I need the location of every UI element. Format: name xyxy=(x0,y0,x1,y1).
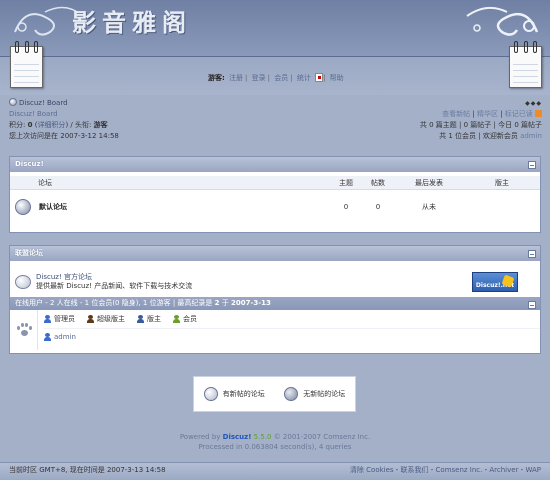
new-posts-link[interactable]: 查看新帖 xyxy=(442,110,470,118)
digest-link[interactable]: 精华区 xyxy=(477,110,498,118)
partner-row: Discuz! 官方论坛 提供最新 Discuz! 产品新闻、软件下载与技术交流… xyxy=(10,267,540,297)
powered-by: Powered by Discuz! 5.5.0 © 2001-2007 Com… xyxy=(0,432,550,452)
swirl-ornament-right-icon xyxy=(466,6,539,36)
col-moderator: 版主 xyxy=(495,179,509,187)
timezone-info: 当前时区 GMT+8, 现在时间是 2007-3-13 14:58 xyxy=(9,466,166,474)
user-title-value: 游客 xyxy=(93,121,108,129)
forum-status-icon xyxy=(15,198,31,215)
partners-title: 联盟论坛 xyxy=(15,249,43,257)
version: 5.5.0 xyxy=(253,433,272,441)
forum-row: 默认论坛 0 0 从未 xyxy=(10,190,540,223)
no-new-posts-forum-icon xyxy=(284,387,299,401)
online-body: 管理员 超级版主 版主 会员 admin xyxy=(10,310,540,350)
wap-link[interactable]: WAP xyxy=(525,466,541,474)
col-forum: 论坛 xyxy=(38,179,52,187)
board-bullet-icon xyxy=(9,98,17,106)
powered-prefix: Powered by xyxy=(179,433,221,441)
board-stats: ◆◆◆ 查看新帖 | 精华区 | 标记已读 共 0 篇主题 | 0 篇帖子 | … xyxy=(419,100,542,140)
arrows-icon: ◆◆◆ xyxy=(525,100,542,107)
nav-register[interactable]: 注册 xyxy=(229,74,243,82)
category-title[interactable]: Discuz! xyxy=(15,160,44,168)
archiver-link[interactable]: Archiver xyxy=(489,466,518,474)
breadcrumb-board[interactable]: Discuz! Board xyxy=(19,99,68,107)
partner-name-link[interactable]: Discuz! 官方论坛 xyxy=(36,273,92,281)
partners-online-box: 联盟论坛 Discuz! 官方论坛 提供最新 Discuz! 产品新闻、软件下载… xyxy=(9,245,541,354)
online-record-on: 于 xyxy=(221,299,229,307)
online-summary: - 2 人在线 - 1 位会员(0 隐身), 1 位游客 | 最高纪录是 xyxy=(45,299,213,307)
discuz-link[interactable]: Discuz! xyxy=(223,433,252,441)
online-header: 在线用户 - 2 人在线 - 1 位会员(0 隐身), 1 位游客 | 最高纪录… xyxy=(10,297,540,310)
legend-old: 无新帖的论坛 xyxy=(303,390,346,398)
guest-label: 游客: xyxy=(208,74,225,82)
credits-label: 积分: xyxy=(9,121,26,129)
mod-user-icon xyxy=(137,315,144,323)
partners-header: 联盟论坛 xyxy=(10,246,540,261)
group-mod: 版主 xyxy=(147,315,161,323)
forum-icon-legend: 有新帖的论坛 无新帖的论坛 xyxy=(193,376,356,412)
forum-table-header: 论坛 主题 帖数 最后发表 版主 xyxy=(10,176,540,190)
collapse-icon[interactable] xyxy=(528,161,536,169)
online-admin-icon xyxy=(44,332,51,341)
notebook-left-icon xyxy=(10,41,43,88)
contact-link[interactable]: 联系我们 xyxy=(401,466,429,474)
user-info: Discuz! Board Discuz! Board 积分: 0 (详细积分)… xyxy=(9,98,119,140)
online-collapse-icon[interactable] xyxy=(528,301,536,309)
legend-new: 有新帖的论坛 xyxy=(222,390,265,398)
guest-nav: 游客: 注册 | 登录 | 会员 | 统计 | 帮助 xyxy=(208,73,344,82)
newest-member-link[interactable]: admin xyxy=(520,132,542,140)
comsenz-link[interactable]: Comsenz Inc. xyxy=(436,466,483,474)
nav-stats[interactable]: 统计 xyxy=(297,74,311,82)
group-admin: 管理员 xyxy=(54,315,75,323)
user-groups-legend: 管理员 超级版主 版主 会员 xyxy=(44,310,540,328)
group-member: 会员 xyxy=(183,315,197,323)
nav-members[interactable]: 会员 xyxy=(274,74,288,82)
forum-name-link[interactable]: 默认论坛 xyxy=(39,202,67,212)
forum-last-post: 从未 xyxy=(422,202,436,211)
online-record-count: 2 xyxy=(214,299,220,307)
online-user-admin[interactable]: admin xyxy=(54,333,76,341)
partner-description: 提供最新 Discuz! 产品新闻、软件下载与技术交流 xyxy=(36,282,193,290)
credits-detail-link[interactable]: 详细积分 xyxy=(37,121,65,129)
new-posts-forum-icon xyxy=(203,387,218,401)
online-title[interactable]: 在线用户 xyxy=(15,299,43,307)
paw-icon xyxy=(16,323,32,337)
col-last-post: 最后发表 xyxy=(415,179,443,187)
col-posts: 帖数 xyxy=(371,179,385,187)
admin-user-icon xyxy=(44,315,51,323)
members-line: 共 1 位会员 | 欢迎新会员 xyxy=(439,132,518,140)
col-topics: 主题 xyxy=(339,179,353,187)
site-logo[interactable]: 影音雅阁 xyxy=(72,3,192,38)
copyright: © 2001-2007 Comsenz Inc. xyxy=(273,433,371,441)
member-user-icon xyxy=(173,315,180,323)
super-mod-user-icon xyxy=(87,315,94,323)
stats-popup-icon[interactable] xyxy=(315,73,324,82)
stats-line: 共 0 篇主题 | 0 篇帖子 | 今日 0 篇帖子 xyxy=(419,121,542,129)
mark-read-link[interactable]: 标记已读 xyxy=(505,110,533,118)
last-visit-label: 您上次访问是在 xyxy=(9,132,58,140)
online-user-list: admin xyxy=(44,328,540,344)
banner: 影音雅阁 xyxy=(0,0,550,57)
credits-value: 0 xyxy=(27,121,33,129)
board-subtitle: Discuz! Board xyxy=(9,110,58,118)
processed-info: Processed in 0.063804 second(s), 4 queri… xyxy=(198,443,352,451)
footer-bar: 当前时区 GMT+8, 现在时间是 2007-3-13 14:58 清除 Coo… xyxy=(0,462,550,480)
partner-logo[interactable]: Discuz!.net xyxy=(472,272,518,292)
last-visit-value: 2007-3-12 14:58 xyxy=(60,132,119,140)
rss-icon[interactable] xyxy=(535,110,542,117)
online-record-date: 2007-3-13 xyxy=(230,299,271,307)
site-header: 影音雅阁 游客: 注册 | 登录 | 会员 | 统计 | 帮助 xyxy=(0,0,550,95)
forum-topics: 0 xyxy=(343,202,349,211)
forum-posts: 0 xyxy=(375,202,381,211)
nav-help[interactable]: 帮助 xyxy=(330,74,344,82)
partners-collapse-icon[interactable] xyxy=(528,250,536,258)
speech-bubble-icon xyxy=(15,275,31,289)
user-title-label: 头衔: xyxy=(75,121,92,129)
forum-category-box: Discuz! 论坛 主题 帖数 最后发表 版主 默认论坛 0 0 从未 xyxy=(9,156,541,233)
group-super-mod: 超级版主 xyxy=(97,315,125,323)
notebook-right-icon xyxy=(509,41,542,88)
clear-cookies-link[interactable]: 清除 Cookies xyxy=(350,466,394,474)
category-header: Discuz! xyxy=(10,157,540,172)
nav-login[interactable]: 登录 xyxy=(252,74,266,82)
